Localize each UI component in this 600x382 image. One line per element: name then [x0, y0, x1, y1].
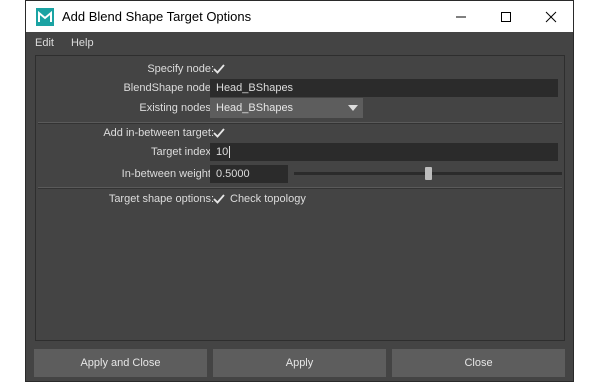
window-title: Add Blend Shape Target Options: [62, 9, 252, 24]
inbetween-weight-row: In-between weight: 0.5000: [36, 164, 566, 184]
blendshape-node-label: BlendShape node:: [123, 82, 214, 94]
inbetween-weight-slider-handle[interactable]: [424, 167, 432, 180]
close-window-button[interactable]: [528, 1, 573, 32]
blendshape-node-field[interactable]: Head_BShapes: [210, 79, 558, 97]
check-topology-checkbox[interactable]: [212, 192, 226, 206]
menu-edit[interactable]: Edit: [26, 37, 62, 49]
inbetween-weight-label: In-between weight:: [121, 168, 214, 180]
existing-nodes-value: Head_BShapes: [216, 102, 294, 114]
specify-node-label: Specify node:: [147, 63, 214, 75]
apply-and-close-button[interactable]: Apply and Close: [34, 349, 207, 377]
existing-nodes-label: Existing nodes:: [139, 102, 214, 114]
specify-node-checkbox[interactable]: [212, 62, 226, 76]
inbetween-weight-slider-track[interactable]: [294, 167, 562, 180]
menu-help[interactable]: Help: [62, 37, 102, 49]
maximize-icon: [500, 11, 511, 22]
add-inbetween-label: Add in-between target:: [103, 127, 214, 139]
close-icon: [545, 11, 556, 22]
target-index-value: 10: [216, 146, 229, 158]
existing-nodes-dropdown[interactable]: Head_BShapes: [210, 98, 363, 118]
target-index-row: Target index: 10: [36, 142, 566, 162]
dialog-window: Add Blend Shape Target Options Edit Help…: [25, 0, 574, 382]
dropdown-arrow[interactable]: [343, 98, 363, 118]
chevron-down-icon: [348, 105, 358, 111]
minimize-button[interactable]: [438, 1, 483, 32]
inbetween-weight-field[interactable]: 0.5000: [210, 165, 288, 183]
check-topology-label[interactable]: Check topology: [230, 193, 306, 205]
close-button[interactable]: Close: [392, 349, 565, 377]
options-panel: Specify node: BlendShape node: Head_BSha…: [35, 55, 565, 341]
target-shape-options-label: Target shape options:: [108, 193, 214, 205]
text-caret: [229, 146, 231, 158]
window-controls: [438, 1, 573, 32]
maximize-button[interactable]: [483, 1, 528, 32]
add-inbetween-row: Add in-between target:: [36, 123, 566, 143]
maya-app-icon: [36, 7, 54, 26]
specify-node-row: Specify node:: [36, 59, 566, 79]
button-bar: Apply and Close Apply Close: [26, 349, 573, 377]
apply-button[interactable]: Apply: [213, 349, 386, 377]
existing-nodes-row: Existing nodes: Head_BShapes: [36, 98, 566, 118]
target-shape-options-row: Target shape options: Check topology: [36, 189, 566, 209]
target-index-field[interactable]: 10: [210, 143, 558, 161]
blendshape-node-row: BlendShape node: Head_BShapes: [36, 78, 566, 98]
menu-bar: Edit Help: [26, 32, 573, 53]
minimize-icon: [455, 16, 466, 17]
title-bar[interactable]: Add Blend Shape Target Options: [26, 1, 573, 32]
target-index-label: Target index:: [151, 146, 214, 158]
add-inbetween-checkbox[interactable]: [212, 126, 226, 140]
